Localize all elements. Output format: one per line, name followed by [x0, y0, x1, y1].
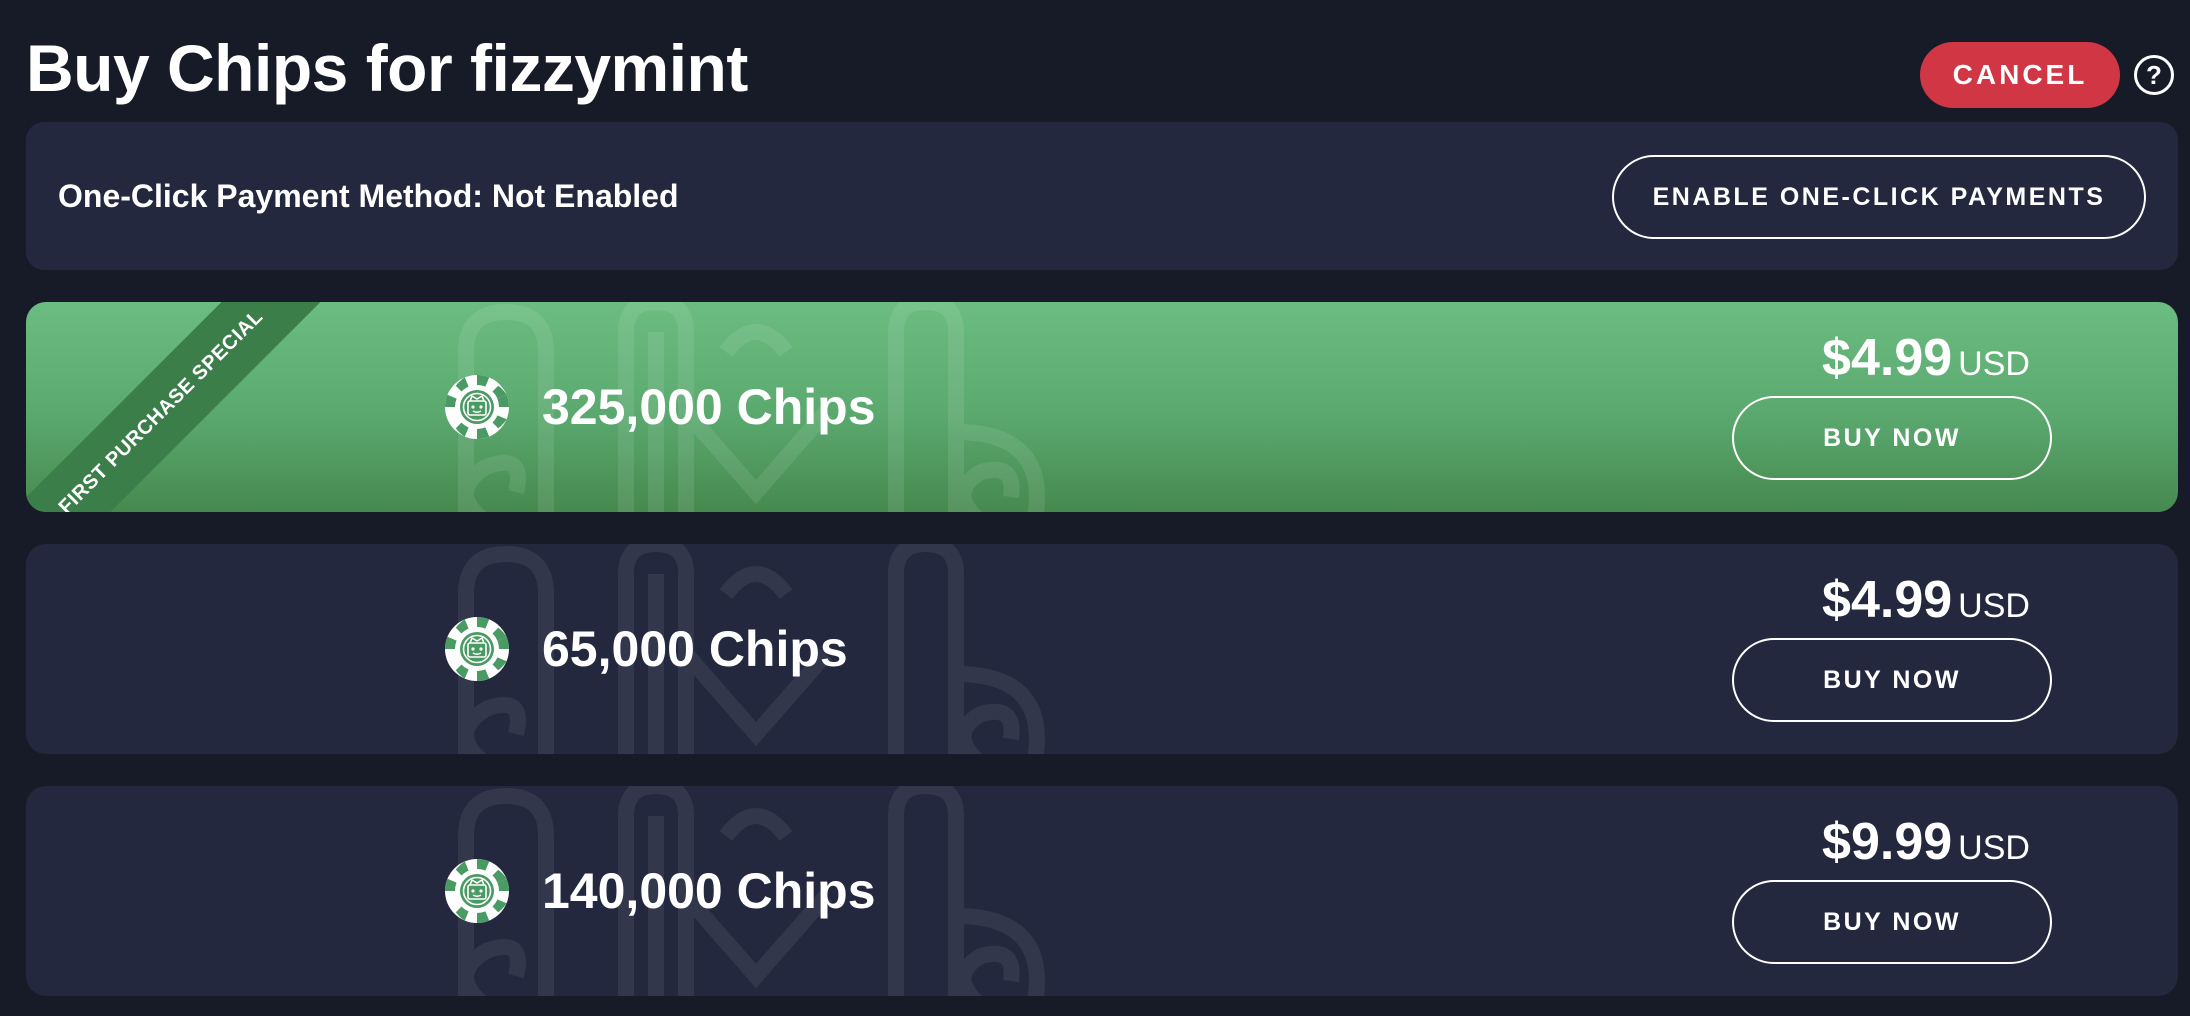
price-amount: $4.99: [1822, 329, 1953, 387]
page-title: Buy Chips for fizzymint: [26, 31, 748, 105]
first-purchase-badge: First Purchase Special: [26, 302, 349, 512]
question-circle-icon[interactable]: ?: [2134, 55, 2174, 95]
chip-offer-325000: First Purchase Special 325,000 Chips $4.…: [26, 302, 2178, 512]
poker-chip-icon: [444, 374, 510, 440]
buy-now-button[interactable]: BUY NOW: [1732, 638, 2052, 722]
chip-amount: 325,000 Chips: [542, 379, 876, 435]
price: $9.99 USD: [1726, 812, 2126, 872]
buy-now-button[interactable]: BUY NOW: [1732, 396, 2052, 480]
first-purchase-ribbon: First Purchase Special: [26, 302, 366, 512]
buy-now-button[interactable]: BUY NOW: [1732, 880, 2052, 964]
price-currency: USD: [1958, 587, 2030, 625]
enable-one-click-payments-button[interactable]: ENABLE ONE-CLICK PAYMENTS: [1612, 155, 2146, 239]
chip-offer-65000: 65,000 Chips $4.99 USD BUY NOW: [26, 544, 2178, 754]
chip-amount: 65,000 Chips: [542, 621, 848, 677]
price-amount: $4.99: [1822, 571, 1953, 629]
chip-amount: 140,000 Chips: [542, 863, 876, 919]
poker-chip-icon: [444, 616, 510, 682]
cancel-button[interactable]: CANCEL: [1920, 42, 2120, 108]
chip-offer-140000: 140,000 Chips $9.99 USD BUY NOW: [26, 786, 2178, 996]
poker-chip-icon: [444, 858, 510, 924]
price-amount: $9.99: [1822, 813, 1953, 871]
payment-method-panel: One-Click Payment Method: Not Enabled EN…: [26, 122, 2178, 270]
price: $4.99 USD: [1726, 570, 2126, 630]
price: $4.99 USD: [1726, 328, 2126, 388]
payment-method-status: One-Click Payment Method: Not Enabled: [58, 178, 679, 214]
price-currency: USD: [1958, 829, 2030, 867]
price-currency: USD: [1958, 345, 2030, 383]
buy-chips-dialog: Buy Chips for fizzymint CANCEL ? One-Cli…: [0, 0, 2190, 1016]
